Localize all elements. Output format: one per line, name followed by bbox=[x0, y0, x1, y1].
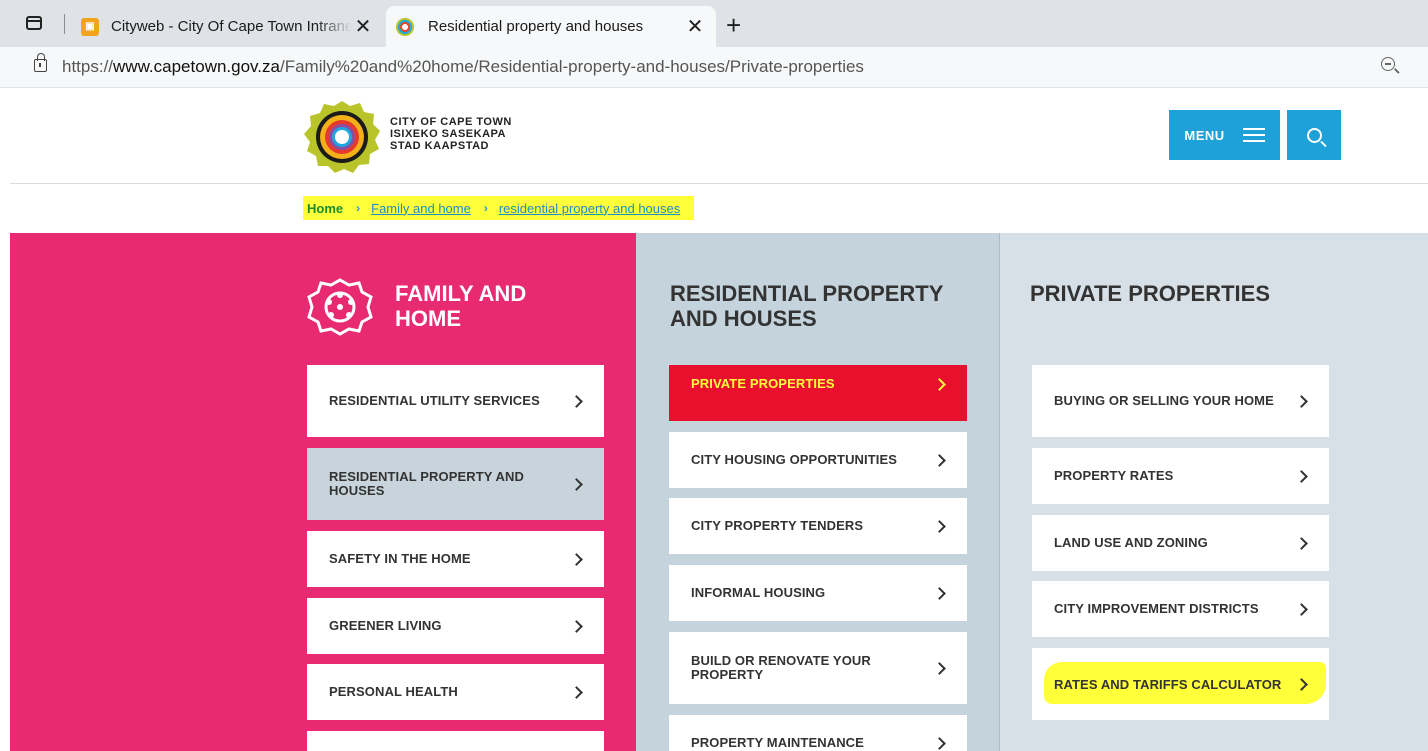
url-field[interactable]: https://www.capetown.gov.za/Family%20and… bbox=[62, 57, 864, 77]
search-button[interactable] bbox=[1287, 110, 1341, 160]
nav-card-rates-and-tariffs-calculator[interactable]: RATES AND TARIFFS CALCULATOR bbox=[1032, 648, 1329, 720]
nav-card-residential-property-and-houses[interactable]: RESIDENTIAL PROPERTY AND HOUSES bbox=[307, 448, 604, 520]
nav-card-property-rates[interactable]: PROPERTY RATES bbox=[1032, 448, 1329, 504]
chevron-right-icon bbox=[933, 586, 947, 600]
chevron-right-icon bbox=[933, 453, 947, 467]
chevron-right-icon bbox=[933, 736, 947, 750]
nav-card-label: RATES AND TARIFFS CALCULATOR bbox=[1054, 677, 1282, 692]
chevron-right-icon bbox=[933, 377, 947, 391]
nav-card-label: RESIDENTIAL UTILITY SERVICES bbox=[329, 393, 540, 408]
logo-text[interactable]: CITY OF CAPE TOWN ISIXEKO SASEKAPA STAD … bbox=[390, 116, 512, 152]
nav-card-city-improvement-districts[interactable]: CITY IMPROVEMENT DISTRICTS bbox=[1032, 581, 1329, 637]
nav-card-city-property-tenders[interactable]: CITY PROPERTY TENDERS bbox=[669, 498, 967, 554]
chevron-right-icon bbox=[570, 394, 584, 408]
chevron-right-icon bbox=[1295, 536, 1309, 550]
browser-tab-cityweb[interactable]: ▣ Cityweb - City Of Cape Town Intranet ✕ bbox=[72, 6, 384, 47]
nav-card-label: CITY HOUSING OPPORTUNITIES bbox=[691, 452, 898, 467]
chevron-right-icon bbox=[570, 552, 584, 566]
nav-card-private-properties[interactable]: PRIVATE PROPERTIES bbox=[669, 365, 967, 421]
breadcrumb-residential-property[interactable]: residential property and houses bbox=[499, 201, 680, 216]
cape-town-favicon-icon bbox=[396, 17, 414, 36]
nav-card-label: PROPERTY MAINTENANCE bbox=[691, 735, 864, 750]
url-path: /Family%20and%20home/Residential-propert… bbox=[279, 57, 864, 76]
chevron-right-icon bbox=[933, 519, 947, 533]
nav-card-partial[interactable] bbox=[307, 731, 604, 751]
nav-card-property-maintenance[interactable]: PROPERTY MAINTENANCE bbox=[669, 715, 967, 751]
nav-card-label: PRIVATE PROPERTIES bbox=[691, 376, 835, 391]
close-tab-icon[interactable]: ✕ bbox=[684, 14, 706, 39]
close-tab-icon[interactable]: ✕ bbox=[352, 14, 374, 39]
logo-line-afrikaans: STAD KAAPSTAD bbox=[390, 140, 489, 152]
nav-card-land-use-and-zoning[interactable]: LAND USE AND ZONING bbox=[1032, 515, 1329, 571]
nav-card-label: BUILD OR RENOVATE YOUR PROPERTY bbox=[691, 653, 871, 682]
url-host: www.capetown.gov.za bbox=[113, 57, 280, 76]
chevron-right-icon bbox=[570, 619, 584, 633]
tab-separator bbox=[64, 14, 65, 34]
menu-button[interactable]: MENU bbox=[1169, 110, 1280, 160]
chevron-right-icon bbox=[1295, 602, 1309, 616]
hamburger-icon bbox=[1242, 128, 1265, 142]
breadcrumb-family-and-home[interactable]: Family and home bbox=[371, 201, 471, 216]
residential-property-heading: RESIDENTIAL PROPERTY AND HOUSES bbox=[670, 281, 944, 331]
chevron-right-icon bbox=[1295, 677, 1309, 691]
browser-tab-residential[interactable]: Residential property and houses ✕ bbox=[386, 6, 716, 47]
tab-actions-icon[interactable] bbox=[26, 16, 42, 30]
chevron-right-icon bbox=[570, 477, 584, 491]
cityweb-favicon-icon: ▣ bbox=[81, 17, 99, 36]
nav-card-label: RESIDENTIAL PROPERTY AND HOUSES bbox=[329, 469, 525, 498]
nav-card-label: BUYING OR SELLING YOUR HOME bbox=[1054, 393, 1274, 408]
nav-card-label: PROPERTY RATES bbox=[1054, 468, 1174, 483]
nav-card-label: CITY PROPERTY TENDERS bbox=[691, 518, 864, 533]
tab-title: Residential property and houses bbox=[428, 18, 644, 35]
chevron-right-icon bbox=[933, 661, 947, 675]
nav-card-label: CITY IMPROVEMENT DISTRICTS bbox=[1054, 601, 1259, 616]
new-tab-button[interactable]: + bbox=[726, 10, 741, 41]
nav-card-city-housing-opportunities[interactable]: CITY HOUSING OPPORTUNITIES bbox=[669, 432, 967, 488]
header-divider bbox=[10, 183, 1428, 184]
zoom-out-icon[interactable] bbox=[1381, 57, 1395, 71]
nav-card-residential-utility-services[interactable]: RESIDENTIAL UTILITY SERVICES bbox=[307, 365, 604, 437]
nav-card-greener-living[interactable]: GREENER LIVING bbox=[307, 598, 604, 654]
nav-card-safety-in-the-home[interactable]: SAFETY IN THE HOME bbox=[307, 531, 604, 587]
url-scheme: https:// bbox=[62, 57, 114, 76]
nav-card-build-or-renovate[interactable]: BUILD OR RENOVATE YOUR PROPERTY bbox=[669, 632, 967, 704]
logo-line-xhosa: ISIXEKO SASEKAPA bbox=[390, 128, 506, 140]
search-icon bbox=[1306, 127, 1322, 143]
nav-card-personal-health[interactable]: PERSONAL HEALTH bbox=[307, 664, 604, 720]
chevron-right-icon bbox=[570, 685, 584, 699]
family-and-home-heading: FAMILY AND HOME bbox=[395, 281, 527, 331]
nav-card-label: LAND USE AND ZONING bbox=[1054, 535, 1208, 550]
chevron-right-icon bbox=[1295, 469, 1309, 483]
nav-card-label: PERSONAL HEALTH bbox=[329, 684, 458, 699]
nav-card-label: INFORMAL HOUSING bbox=[691, 585, 826, 600]
panel-divider bbox=[999, 233, 1000, 751]
breadcrumb-separator-icon: › bbox=[483, 201, 488, 215]
breadcrumb: Home › Family and home › residential pro… bbox=[303, 196, 695, 220]
browser-tab-bar: ▣ Cityweb - City Of Cape Town Intranet ✕… bbox=[0, 0, 1428, 47]
menu-label: MENU bbox=[1184, 127, 1225, 143]
chevron-right-icon bbox=[1295, 394, 1309, 408]
breadcrumb-home[interactable]: Home bbox=[307, 201, 343, 216]
nav-card-label: GREENER LIVING bbox=[329, 618, 442, 633]
private-properties-heading: PRIVATE PROPERTIES bbox=[1030, 281, 1271, 306]
family-home-icon bbox=[307, 278, 373, 336]
city-of-cape-town-logo-icon[interactable] bbox=[303, 100, 381, 174]
lock-icon[interactable] bbox=[34, 53, 47, 72]
logo-line-english: CITY OF CAPE TOWN bbox=[390, 116, 512, 128]
breadcrumb-separator-icon: › bbox=[356, 201, 361, 215]
nav-card-label: SAFETY IN THE HOME bbox=[329, 551, 471, 566]
address-bar: https://www.capetown.gov.za/Family%20and… bbox=[0, 47, 1428, 88]
nav-card-informal-housing[interactable]: INFORMAL HOUSING bbox=[669, 565, 967, 621]
nav-card-buying-or-selling[interactable]: BUYING OR SELLING YOUR HOME bbox=[1032, 365, 1329, 437]
tab-title: Cityweb - City Of Cape Town Intranet bbox=[111, 18, 352, 35]
